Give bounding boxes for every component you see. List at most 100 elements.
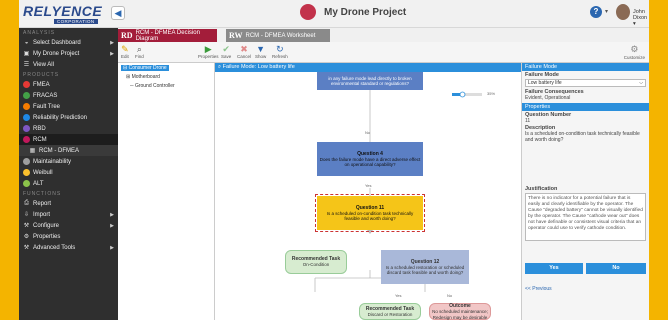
- diagram-header: ⌕ Failure Mode: Low battery life: [215, 63, 521, 72]
- cancel-button[interactable]: ✖ Cancel: [237, 44, 251, 59]
- sidebar-item-select-dashboard[interactable]: ◒ Select Dashboard ▶: [19, 37, 118, 48]
- sidebar-item-rbd[interactable]: RBD: [19, 123, 118, 134]
- properties-button[interactable]: ▶ Properties: [198, 44, 219, 59]
- sidebar-item-advanced-tools[interactable]: ⚒ Advanced Tools ▶: [19, 242, 118, 253]
- failure-consequences-value: Evident, Operational: [525, 95, 571, 101]
- cancel-icon: ✖: [240, 44, 248, 54]
- question-11-node[interactable]: Question 11 Is a scheduled on-condition t…: [315, 194, 425, 232]
- project-icon: [300, 4, 316, 20]
- tab-worksheet[interactable]: RW RCM - DFMEA Worksheet: [226, 29, 330, 42]
- save-button[interactable]: ✔ Save: [221, 44, 231, 59]
- rbd-dot-icon: [23, 125, 30, 132]
- failure-mode-label: Failure Mode: [525, 72, 559, 78]
- rcm-dot-icon: [23, 136, 30, 143]
- dashboard-icon: ◒: [24, 39, 29, 46]
- sidebar-item-label: RBD: [33, 125, 46, 132]
- sidebar-section-functions: FUNCTIONS: [23, 191, 62, 197]
- sidebar-item-rcm[interactable]: RCM: [19, 134, 118, 145]
- justification-textarea[interactable]: There is no indicator for a potential fa…: [525, 193, 646, 241]
- play-icon: ▶: [204, 44, 212, 54]
- tree-node-label: Ground Controller: [134, 83, 175, 89]
- sidebar-item-rcm-dfmea[interactable]: ▦ RCM - DFMEA: [19, 145, 118, 156]
- search-icon: ⌕: [218, 64, 222, 70]
- sidebar-item-alt[interactable]: ALT: [19, 178, 118, 189]
- sidebar-item-fault-tree[interactable]: Fault Tree: [19, 101, 118, 112]
- properties-panel: Failure Mode Failure Mode Low battery li…: [521, 63, 649, 320]
- tree-node-motherboard[interactable]: ⊞ Motherboard: [126, 74, 160, 80]
- save-label: Save: [221, 54, 232, 59]
- main-area: RD RCM - DFMEA Decision Diagram RW RCM - D…: [118, 28, 649, 320]
- tab-decision-diagram[interactable]: RD RCM - DFMEA Decision Diagram: [118, 29, 217, 42]
- top-bar: RELYENCE CORPORATION ◀ My Drone Project …: [19, 0, 649, 28]
- tab-label: RCM - DFMEA Worksheet: [245, 32, 316, 39]
- sidebar-item-label: Report: [33, 200, 52, 207]
- show-label: Show: [255, 54, 267, 59]
- sidebar-item-configure[interactable]: ⚒ Configure ▶: [19, 220, 118, 231]
- sidebar-item-label: FRACAS: [33, 92, 58, 99]
- description-label: Description: [525, 125, 556, 131]
- sidebar-item-weibull[interactable]: Weibull: [19, 167, 118, 178]
- zoom-slider-handle[interactable]: [459, 91, 466, 98]
- node-text: Does the failure mode have a direct adve…: [319, 156, 421, 167]
- no-button[interactable]: No: [586, 263, 646, 274]
- sidebar-item-label: ALT: [33, 180, 44, 187]
- sidebar-item-my-drone-project[interactable]: ▣ My Drone Project ▶: [19, 48, 118, 59]
- tools-icon: ⚒: [23, 245, 30, 251]
- sidebar-item-label: Select Dashboard: [33, 39, 81, 46]
- help-icon[interactable]: ?: [590, 6, 602, 18]
- question-4-node[interactable]: Question 4 Does the failure mode have a d…: [317, 142, 423, 176]
- project-title: My Drone Project: [324, 7, 407, 18]
- tree-panel: ⊟ Consumer Drone ⊞ Motherboard ─ Ground …: [118, 63, 215, 320]
- failure-mode-select[interactable]: Low battery life ⌵: [525, 79, 646, 87]
- find-label: Find: [135, 54, 144, 59]
- collapse-sidebar-button[interactable]: ◀: [111, 6, 125, 20]
- sidebar-item-view-all[interactable]: ☰ View All: [19, 59, 118, 70]
- tab-label: RCM - DFMEA Decision Diagram: [135, 29, 200, 42]
- sidebar-item-import[interactable]: ⇩ Import ▶: [19, 209, 118, 220]
- edge-label-yes: Yes: [365, 183, 372, 188]
- sidebar-section-analysis: ANALYSIS: [23, 30, 56, 36]
- chevron-down-icon: ⌵: [639, 80, 643, 86]
- node-text: in any failure mode lead directly to bro…: [328, 75, 412, 86]
- table-icon: ▦: [29, 148, 36, 154]
- recommended-task-on-condition-node[interactable]: Recommended Task On-Condition: [285, 250, 347, 274]
- gear-icon: ⚙: [23, 234, 30, 240]
- relyence-logo[interactable]: RELYENCE CORPORATION: [23, 3, 103, 25]
- recommended-task-discard-node[interactable]: Recommended Task Discard or Restoration: [359, 303, 421, 320]
- show-button[interactable]: ▼ Show: [255, 44, 266, 59]
- sidebar-item-label: Maintainability: [33, 158, 72, 165]
- sidebar-item-maintainability[interactable]: Maintainability: [19, 156, 118, 167]
- sidebar-item-properties[interactable]: ⚙ Properties: [19, 231, 118, 242]
- sidebar-item-fracas[interactable]: FRACAS: [19, 90, 118, 101]
- diagram-canvas: ⌕ Failure Mode: Low battery life 35% in …: [215, 63, 521, 320]
- user-menu[interactable]: John Dixon ▾: [633, 9, 649, 27]
- refresh-button[interactable]: ↻ Refresh: [272, 44, 288, 59]
- yes-button[interactable]: Yes: [525, 263, 583, 274]
- find-button[interactable]: ⌕ Find: [135, 44, 144, 59]
- question-12-node[interactable]: Question 12 Is a scheduled restoration or…: [381, 250, 469, 284]
- previous-link[interactable]: << Previous: [525, 286, 552, 292]
- logo-sub: CORPORATION: [54, 19, 98, 24]
- sidebar-item-label: Import: [33, 211, 51, 218]
- question-top-node[interactable]: in any failure mode lead directly to bro…: [317, 72, 423, 90]
- tree-node-ground-controller[interactable]: ─ Ground Controller: [130, 83, 175, 89]
- tab-bar: RD RCM - DFMEA Decision Diagram RW RCM - D…: [118, 28, 649, 42]
- fault-tree-dot-icon: [23, 103, 30, 110]
- customize-label: Customize: [623, 55, 645, 60]
- zoom-label: 35%: [487, 91, 496, 96]
- toolbar: ✎ Edit ⌕ Find ▶ Properties ✔ Save ✖ Cancel ▼ S…: [118, 42, 649, 63]
- edit-button[interactable]: ✎ Edit: [121, 44, 129, 59]
- sidebar-item-label: RCM: [33, 136, 47, 143]
- fracas-dot-icon: [23, 92, 30, 99]
- sidebar-item-fmea[interactable]: FMEA: [19, 79, 118, 90]
- tree-node-root[interactable]: ⊟ Consumer Drone: [121, 65, 169, 71]
- sidebar-item-report[interactable]: ⎙ Report: [19, 198, 118, 209]
- node-text: Discard or Restoration: [367, 311, 413, 317]
- customize-button[interactable]: ⚙ Customize: [624, 44, 645, 60]
- node-text: No scheduled maintenance; Redesign may b…: [432, 309, 488, 320]
- avatar[interactable]: [616, 4, 630, 20]
- node-text: On-Condition: [302, 262, 330, 268]
- sidebar-item-reliability-prediction[interactable]: Reliability Prediction: [19, 112, 118, 123]
- outcome-node[interactable]: Outcome No scheduled maintenance; Redesig…: [429, 303, 491, 320]
- help-dropdown-icon[interactable]: ▾: [605, 8, 608, 15]
